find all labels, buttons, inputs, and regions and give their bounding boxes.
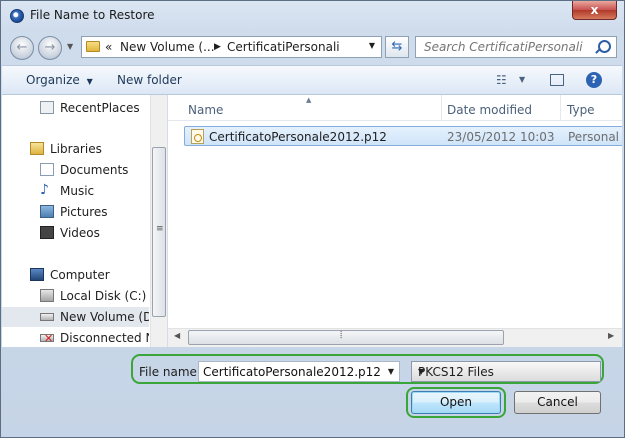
sidebar-item-disconnected-drive[interactable]: ✕ Disconnected Ne: [2, 328, 149, 348]
navigation-bar: ← → ▼ « New Volume (... ▶ CertificatiPer…: [1, 32, 624, 61]
sidebar-item-label: RecentPlaces: [60, 101, 140, 115]
close-button[interactable]: x: [572, 1, 617, 20]
chevron-down-icon: ▼: [418, 367, 425, 376]
local-disk-icon: [40, 289, 54, 302]
column-header-date-modified[interactable]: Date modified: [447, 103, 532, 117]
sidebar-item-music[interactable]: ♪ Music: [2, 181, 149, 201]
new-folder-button[interactable]: New folder: [117, 73, 182, 87]
sidebar-item-documents[interactable]: Documents: [2, 160, 149, 180]
documents-icon: [40, 163, 54, 176]
libraries-icon: [30, 142, 44, 155]
back-button[interactable]: ←: [10, 36, 34, 60]
file-name: CertificatoPersonale2012.p12: [209, 130, 387, 144]
open-button[interactable]: Open: [411, 391, 501, 414]
file-row[interactable]: CertificatoPersonale2012.p12 23/05/2012 …: [184, 126, 622, 146]
title-bar[interactable]: File Name to Restore x: [1, 1, 624, 31]
scrollbar-grip-icon: ⦙: [340, 330, 343, 341]
preview-pane-icon[interactable]: [550, 74, 564, 86]
folder-icon: [86, 41, 100, 52]
forward-button[interactable]: →: [38, 36, 62, 60]
pictures-icon: [40, 205, 54, 218]
videos-icon: [40, 226, 54, 239]
drive-icon: [40, 313, 54, 321]
sort-ascending-icon: ▲: [306, 96, 312, 104]
navigation-pane[interactable]: RecentPlaces Libraries Documents ♪ Music…: [2, 95, 149, 347]
computer-icon: [30, 268, 44, 281]
sidebar-item-label: Pictures: [60, 205, 108, 219]
file-list[interactable]: ▲ Name Date modified Type CertificatoPer…: [168, 95, 622, 328]
disconnected-drive-icon: ✕: [40, 332, 54, 345]
refresh-icon: ⇆: [391, 39, 403, 54]
file-name-combobox[interactable]: ▼: [198, 361, 400, 382]
sidebar-item-label: Videos: [60, 226, 100, 240]
scrollbar-grip-icon: ≡: [156, 224, 164, 234]
sidebar-item-videos[interactable]: Videos: [2, 223, 149, 243]
sidebar-item-label: Libraries: [50, 142, 102, 156]
certificate-file-icon: [191, 129, 204, 144]
sidebar-item-label: Computer: [50, 268, 110, 282]
chevron-down-icon: ▼: [86, 77, 93, 86]
sidebar-item-label: Local Disk (C:): [60, 289, 147, 303]
cancel-button[interactable]: Cancel: [514, 391, 601, 414]
search-icon[interactable]: [598, 40, 611, 53]
chevron-down-icon[interactable]: ▼: [388, 367, 394, 376]
help-icon[interactable]: ?: [586, 72, 602, 88]
file-list-horizontal-scrollbar[interactable]: ◀ ⦙ ▶: [168, 328, 622, 347]
sidebar-item-computer[interactable]: Computer: [2, 265, 149, 285]
file-type-select[interactable]: PKCS12 Files ▼: [411, 361, 601, 382]
music-icon: ♪: [40, 182, 49, 198]
scroll-left-icon[interactable]: ◀: [174, 331, 180, 340]
breadcrumb-item-volume[interactable]: New Volume (...: [120, 40, 215, 54]
sidebar-item-label: New Volume (D:): [60, 310, 149, 324]
nav-buttons: ← →: [10, 36, 65, 60]
sidebar-item-libraries[interactable]: Libraries: [2, 139, 149, 159]
column-headers: ▲ Name Date modified Type: [168, 95, 622, 121]
refresh-button[interactable]: ⇆: [385, 36, 409, 58]
sidebar-item-label: Documents: [60, 163, 129, 177]
view-dropdown-icon[interactable]: ▼: [519, 75, 525, 84]
back-arrow-icon: ←: [16, 40, 28, 55]
recent-places-icon: [40, 101, 54, 114]
sidebar-item-new-volume[interactable]: New Volume (D:): [2, 307, 149, 327]
column-divider[interactable]: [441, 95, 442, 120]
file-type: Personal I: [568, 130, 622, 144]
command-bar: Organize ▼ New folder ☷ ▼ ?: [2, 65, 622, 95]
view-options-icon[interactable]: ☷: [496, 73, 507, 87]
organize-label: Organize: [26, 73, 80, 87]
scrollbar-thumb[interactable]: ⦙: [188, 330, 504, 345]
app-icon: [10, 9, 24, 23]
sidebar-item-label: Music: [60, 184, 95, 198]
search-input[interactable]: [416, 37, 602, 57]
breadcrumb-overflow[interactable]: «: [105, 40, 112, 54]
column-divider[interactable]: [560, 95, 561, 120]
address-bar[interactable]: « New Volume (... ▶ CertificatiPersonali…: [81, 36, 382, 58]
breadcrumb-separator-icon[interactable]: ▶: [214, 42, 221, 52]
organize-button[interactable]: Organize ▼: [26, 73, 93, 87]
main-content: RecentPlaces Libraries Documents ♪ Music…: [2, 95, 622, 347]
navigation-scrollbar[interactable]: ≡: [150, 95, 167, 347]
column-header-name[interactable]: Name: [188, 103, 223, 117]
scrollbar-thumb[interactable]: ≡: [152, 147, 166, 317]
sidebar-item-label: Disconnected Ne: [60, 331, 149, 345]
scroll-right-icon[interactable]: ▶: [608, 331, 614, 340]
close-icon: x: [590, 3, 599, 17]
column-header-type[interactable]: Type: [567, 103, 595, 117]
file-name-label: File name:: [139, 365, 201, 379]
search-box[interactable]: [415, 36, 617, 58]
file-name-input[interactable]: [199, 362, 383, 381]
file-date-modified: 23/05/2012 10:03: [447, 130, 555, 144]
recent-locations-dropdown-icon[interactable]: ▼: [67, 42, 73, 51]
window-title: File Name to Restore: [30, 8, 155, 22]
file-dialog-window: File Name to Restore x ← → ▼ « New Volum…: [0, 0, 625, 438]
sidebar-item-recent-places[interactable]: RecentPlaces: [2, 98, 149, 118]
address-dropdown-icon[interactable]: ▼: [369, 41, 375, 50]
breadcrumb-item-folder[interactable]: CertificatiPersonali: [227, 40, 340, 54]
sidebar-item-pictures[interactable]: Pictures: [2, 202, 149, 222]
forward-arrow-icon: →: [44, 40, 56, 55]
sidebar-item-local-disk[interactable]: Local Disk (C:): [2, 286, 149, 306]
